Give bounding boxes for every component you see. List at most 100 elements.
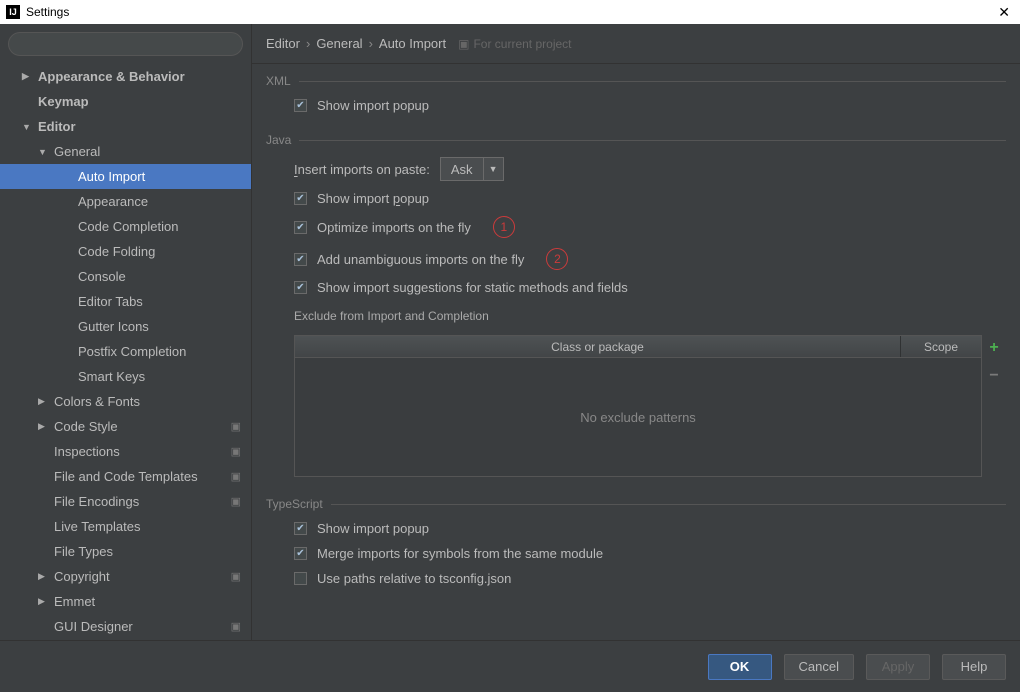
tree-item-label: Live Templates <box>54 519 140 534</box>
tree-item-auto-import[interactable]: Auto Import <box>0 164 251 189</box>
tree-item-label: General <box>54 144 100 159</box>
tree-item-label: Inspections <box>54 444 120 459</box>
tree-item-smart-keys[interactable]: Smart Keys <box>0 364 251 389</box>
project-hint: For current project <box>473 37 571 51</box>
tree-item-label: Console <box>78 269 126 284</box>
ok-button[interactable]: OK <box>708 654 772 680</box>
tree-item-editor-tabs[interactable]: Editor Tabs <box>0 289 251 314</box>
apply-button[interactable]: Apply <box>866 654 930 680</box>
window-title: Settings <box>26 5 69 19</box>
checkbox-optimize-imports[interactable] <box>294 221 307 234</box>
label-optimize-imports: Optimize imports on the fly <box>317 220 471 235</box>
section-java: Java Insert imports on paste: Ask ▼ Show… <box>266 133 1006 483</box>
breadcrumb-part[interactable]: Editor <box>266 36 300 51</box>
checkbox-ts-paths[interactable] <box>294 572 307 585</box>
section-legend: TypeScript <box>266 497 331 511</box>
checkbox-ts-show-popup[interactable] <box>294 522 307 535</box>
tree-item-code-folding[interactable]: Code Folding <box>0 239 251 264</box>
tree-item-editor[interactable]: ▼ Editor <box>0 114 251 139</box>
chevron-down-icon: ▼ <box>483 158 503 180</box>
tree-item-live-templates[interactable]: Live Templates <box>0 514 251 539</box>
chevron-right-icon: ▶ <box>38 421 50 432</box>
tree-item-label: Code Completion <box>78 219 178 234</box>
cancel-button[interactable]: Cancel <box>784 654 854 680</box>
dialog-footer: OK Cancel Apply Help <box>0 640 1020 692</box>
tree-item-file-types[interactable]: File Types <box>0 539 251 564</box>
tree-item-appearance[interactable]: Appearance <box>0 189 251 214</box>
tree-item-copyright[interactable]: ▶Copyright▣ <box>0 564 251 589</box>
label-java-show-popup: Show import popup <box>317 191 429 206</box>
help-button[interactable]: Help <box>942 654 1006 680</box>
label-exclude: Exclude from Import and Completion <box>294 309 1006 323</box>
breadcrumb-part[interactable]: General <box>316 36 362 51</box>
checkbox-xml-show-popup[interactable] <box>294 99 307 112</box>
tree-item-file-encodings[interactable]: File Encodings ▣ <box>0 489 251 514</box>
checkbox-java-show-popup[interactable] <box>294 192 307 205</box>
project-icon: ▣ <box>231 570 241 583</box>
tree-item-keymap[interactable]: Keymap <box>0 89 251 114</box>
exclude-table[interactable]: Class or package Scope No exclude patter… <box>294 335 982 477</box>
tree-item-code-completion[interactable]: Code Completion <box>0 214 251 239</box>
project-icon: ▣ <box>231 470 241 483</box>
tree-item-label: Gutter Icons <box>78 319 149 334</box>
checkbox-static-suggestions[interactable] <box>294 281 307 294</box>
project-icon: ▣ <box>231 620 241 633</box>
main-panel: Editor › General › Auto Import ▣ For cur… <box>252 24 1020 640</box>
chevron-right-icon: ▶ <box>38 396 50 407</box>
tree-item-postfix-completion[interactable]: Postfix Completion <box>0 339 251 364</box>
breadcrumb: Editor › General › Auto Import ▣ For cur… <box>252 24 1020 64</box>
tree-item-label: Editor <box>38 119 76 134</box>
label-static-suggestions: Show import suggestions for static metho… <box>317 280 628 295</box>
table-empty-text: No exclude patterns <box>295 358 981 476</box>
checkbox-ts-merge[interactable] <box>294 547 307 560</box>
chevron-right-icon: ▶ <box>38 596 50 607</box>
tree-item-general[interactable]: ▼General <box>0 139 251 164</box>
tree-item-label: Copyright <box>54 569 110 584</box>
tree-item-appearance-behavior[interactable]: ▶Appearance & Behavior <box>0 64 251 89</box>
tree-item-file-and-code-templates[interactable]: File and Code Templates ▣ <box>0 464 251 489</box>
section-legend: Java <box>266 133 299 147</box>
tree-item-label: Auto Import <box>78 169 145 184</box>
select-insert-on-paste[interactable]: Ask ▼ <box>440 157 504 181</box>
sidebar: 🔍 ▶Appearance & BehaviorKeymap▼Editor▼Ge… <box>0 24 252 640</box>
tree-item-label: Smart Keys <box>78 369 145 384</box>
tree-item-colors-fonts[interactable]: ▶ Colors & Fonts <box>0 389 251 414</box>
section-typescript: TypeScript Show import popup Merge impor… <box>266 497 1006 592</box>
settings-tree: ▶Appearance & BehaviorKeymap▼Editor▼Gene… <box>0 64 251 640</box>
tree-item-label: Code Style <box>54 419 118 434</box>
search-input[interactable] <box>8 32 243 56</box>
annotation-2: 2 <box>546 248 568 270</box>
label-unambiguous-imports: Add unambiguous imports on the fly <box>317 252 524 267</box>
chevron-right-icon: › <box>369 36 373 51</box>
chevron-down-icon: ▼ <box>22 122 34 132</box>
remove-icon[interactable]: − <box>989 367 998 385</box>
add-icon[interactable]: + <box>989 339 998 357</box>
tree-item-gutter-icons[interactable]: Gutter Icons <box>0 314 251 339</box>
tree-item-label: Appearance & Behavior <box>38 69 185 84</box>
tree-item-code-style[interactable]: ▶ Code Style ▣ <box>0 414 251 439</box>
close-icon[interactable]: ✕ <box>994 4 1014 21</box>
titlebar: IJ Settings ✕ <box>0 0 1020 24</box>
label-xml-show-popup: Show import popup <box>317 98 429 113</box>
tree-item-label: File Types <box>54 544 113 559</box>
project-icon: ▣ <box>231 420 241 433</box>
tree-item-label: File and Code Templates <box>54 469 198 484</box>
chevron-right-icon: › <box>306 36 310 51</box>
tree-item-emmet[interactable]: ▶Emmet <box>0 589 251 614</box>
breadcrumb-part: Auto Import <box>379 36 446 51</box>
tree-item-label: File Encodings <box>54 494 139 509</box>
column-class[interactable]: Class or package <box>295 336 901 357</box>
label-ts-paths: Use paths relative to tsconfig.json <box>317 571 511 586</box>
tree-item-gui-designer[interactable]: GUI Designer▣ <box>0 614 251 639</box>
project-icon: ▣ <box>231 495 241 508</box>
section-legend: XML <box>266 74 299 88</box>
column-scope[interactable]: Scope <box>901 336 981 357</box>
annotation-1: 1 <box>493 216 515 238</box>
tree-item-console[interactable]: Console <box>0 264 251 289</box>
checkbox-unambiguous-imports[interactable] <box>294 253 307 266</box>
app-icon: IJ <box>6 5 20 19</box>
section-xml: XML Show import popup <box>266 74 1006 119</box>
tree-item-label: Colors & Fonts <box>54 394 140 409</box>
tree-item-inspections[interactable]: Inspections▣ <box>0 439 251 464</box>
project-icon: ▣ <box>458 37 469 51</box>
